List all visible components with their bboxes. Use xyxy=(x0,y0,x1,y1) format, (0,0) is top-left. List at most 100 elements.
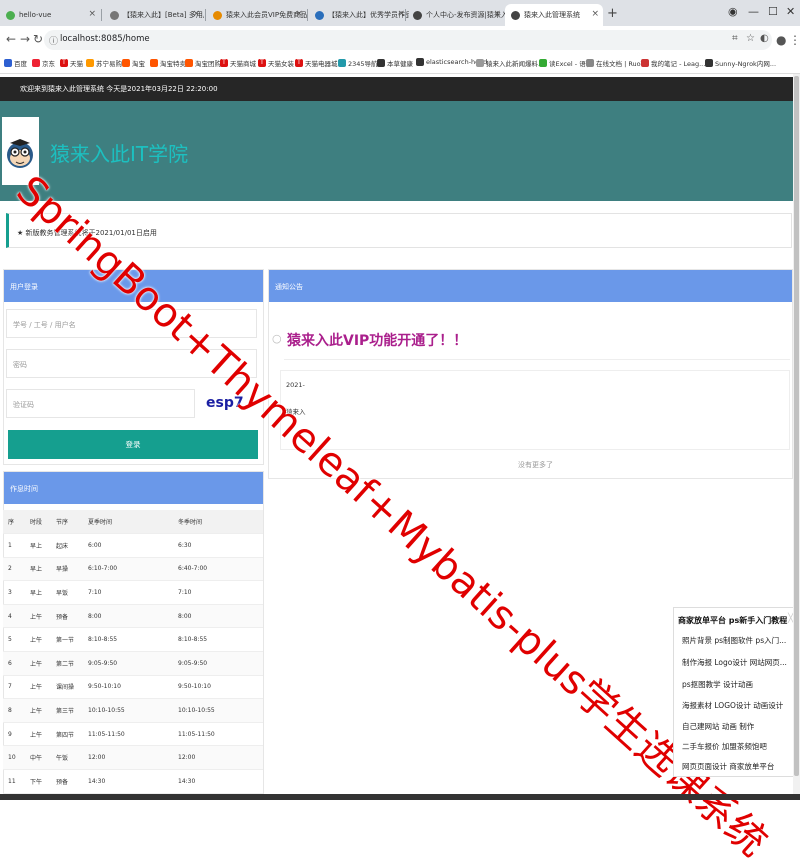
tab-student-works[interactable]: 【猿来入此】优秀学员作品：Sp × xyxy=(309,4,409,26)
table-cell: 9:05-9:50 xyxy=(173,651,263,676)
table-cell: 12:00 xyxy=(83,745,173,771)
table-cell: 7:10 xyxy=(83,580,173,605)
ad-link[interactable]: ps抠图教学 设计动画 xyxy=(682,679,753,690)
page-scrollbar[interactable] xyxy=(793,74,800,800)
tab-beta-forum[interactable]: 【猿来入此】[Beta] 多用户版IT问 × xyxy=(104,4,204,26)
table-cell: 7:10 xyxy=(173,580,263,605)
bookmark-item[interactable]: 在线文档 | RuoYi xyxy=(586,58,646,68)
note-icon xyxy=(641,59,649,67)
translate-icon[interactable]: ⌗ xyxy=(732,33,738,44)
ad-link[interactable]: 网页页面设计 商家放单平台 xyxy=(682,761,774,772)
no-more-text: 没有更多了 xyxy=(518,461,553,469)
extension-icon[interactable]: ◐ xyxy=(760,33,769,44)
nav-2345-icon xyxy=(338,59,346,67)
vue-icon xyxy=(6,10,15,20)
ad-link[interactable]: 自己建网站 动画 制作 xyxy=(682,721,754,732)
bookmark-item[interactable]: 猿来入此新闻爆料... xyxy=(476,58,544,68)
bookmark-item[interactable]: 淘宝特卖 xyxy=(150,58,186,68)
ad-link[interactable]: 照片背景 ps制图软件 ps入门... xyxy=(682,635,786,646)
table-cell: 上午 xyxy=(25,604,51,629)
table-row: 4 上午 预备 8:00 8:00 xyxy=(3,604,263,629)
bookmark-item[interactable]: 淘宝团购 xyxy=(185,58,221,68)
ngrok-icon xyxy=(705,59,713,67)
back-arrow-icon[interactable]: ← xyxy=(6,32,16,46)
table-cell: 上午 xyxy=(25,651,51,676)
table-row: 5 上午 第一节 8:10-8:55 8:10-8:55 xyxy=(3,627,263,653)
captcha-input[interactable]: 验证码 xyxy=(6,389,195,418)
bookmark-item[interactable]: T 天猫电器城 xyxy=(295,58,338,68)
table-cell: 4 xyxy=(3,604,25,629)
password-placeholder: 密码 xyxy=(13,361,27,369)
url-text[interactable]: localhost:8085/home xyxy=(60,34,150,44)
bookmark-item[interactable]: 京东 xyxy=(32,58,55,68)
doc-icon xyxy=(586,59,594,67)
captcha-placeholder: 验证码 xyxy=(13,401,34,409)
table-cell: 早饭 xyxy=(51,580,83,605)
table-row: 10 中午 午饭 12:00 12:00 xyxy=(3,745,263,771)
table-cell: 6 xyxy=(3,651,25,676)
site-banner: 猿来入此IT学院 xyxy=(0,101,800,201)
table-cell: 9:50-10:10 xyxy=(173,675,263,700)
new-tab-button[interactable]: + xyxy=(607,6,618,21)
close-icon[interactable]: × xyxy=(591,9,599,19)
bookmark-item[interactable]: T 天猫 xyxy=(60,58,83,68)
profile-icon[interactable]: ◉ xyxy=(728,5,738,18)
table-cell: 6:10-7:00 xyxy=(83,557,173,582)
globe-icon xyxy=(511,10,520,20)
close-icon[interactable]: × xyxy=(88,9,96,19)
bookmark-item[interactable]: 淘宝 xyxy=(122,58,145,68)
bookmark-item[interactable]: 2345导航 xyxy=(338,58,378,68)
bookmark-item[interactable]: 百度 xyxy=(4,58,27,68)
tab-admin-system[interactable]: 猿来入此管理系统 × xyxy=(505,4,603,26)
page-icon xyxy=(413,10,422,20)
table-cell: 9:05-9:50 xyxy=(83,651,173,676)
bookmark-item[interactable]: 我的笔记 - Leag... xyxy=(641,58,705,68)
ad-title[interactable]: 商家放单平台 ps新手入门教程 xyxy=(678,615,787,626)
login-button[interactable]: 登录 xyxy=(8,430,258,459)
column-header: 夏季时间 xyxy=(83,510,173,535)
close-icon[interactable]: × xyxy=(295,9,303,19)
bookmark-item[interactable]: 苏宁易购 xyxy=(86,58,122,68)
address-bar[interactable]: ⓘ localhost:8085/home ⌗ ☆ ◐ xyxy=(44,30,772,50)
ad-link[interactable]: 二手车报价 加盟茶频饱吧 xyxy=(682,741,767,752)
table-cell: 起床 xyxy=(51,533,83,558)
scrollbar-thumb[interactable] xyxy=(794,76,799,776)
ad-link[interactable]: 海报素材 LOGO设计 动画设计 xyxy=(682,700,783,711)
ad-popup[interactable]: 商家放单平台 ps新手入门教程 ╳ 照片背景 ps制图软件 ps入门... 制作… xyxy=(673,607,800,777)
bookmark-item[interactable]: T 天猫女装 xyxy=(258,58,294,68)
info-icon[interactable]: ⓘ xyxy=(49,34,58,47)
close-window-button[interactable]: ✕ xyxy=(786,5,795,18)
table-cell: 早上 xyxy=(25,533,51,558)
announcement-headline[interactable]: 猿来入此VIP功能开通了！！ xyxy=(287,330,467,350)
table-cell: 12:00 xyxy=(173,745,263,771)
taobao-icon xyxy=(122,59,130,67)
bookmark-item[interactable]: 读Excel - 语雀 xyxy=(539,58,592,68)
bookmark-item[interactable]: Sunny-Ngrok内网... xyxy=(705,58,776,68)
tab-personal-center[interactable]: 个人中心-发布资源|猿来入此【 × xyxy=(407,4,505,26)
table-cell: 预备 xyxy=(51,769,83,794)
minimize-button[interactable]: — xyxy=(748,5,759,18)
bookmark-star-icon[interactable]: ☆ xyxy=(746,33,755,44)
account-icon[interactable]: ● xyxy=(776,33,786,47)
news-icon xyxy=(476,59,484,67)
ad-link[interactable]: 制作海报 Logo设计 网站网页... xyxy=(682,657,787,668)
close-icon[interactable]: × xyxy=(192,9,200,19)
column-header: 序 xyxy=(3,510,25,535)
close-icon[interactable]: × xyxy=(397,9,405,19)
column-header: 节序 xyxy=(51,510,83,535)
announcement-card[interactable] xyxy=(280,370,790,450)
table-cell: 9:50-10:10 xyxy=(83,675,173,700)
tab-vip-list[interactable]: 猿来入此会员VIP免费商品列表| × xyxy=(207,4,307,26)
schedule-panel-title: 作息时间 xyxy=(4,472,263,504)
bookmark-item[interactable]: T 天猫商城 xyxy=(220,58,256,68)
reload-icon[interactable]: ↻ xyxy=(33,32,43,46)
bookmark-item[interactable]: 本草健康 xyxy=(377,58,413,68)
tab-hello-vue[interactable]: hello-vue × xyxy=(0,4,100,26)
maximize-button[interactable]: ☐ xyxy=(768,5,778,18)
top-info-strip: 欢迎来到猿来入此管理系统 今天是2021年03月22日 22:20:00 xyxy=(0,77,800,101)
close-icon[interactable]: × xyxy=(493,9,501,19)
table-cell: 第四节 xyxy=(51,722,83,747)
menu-icon[interactable]: ⋮ xyxy=(789,33,800,47)
forward-arrow-icon[interactable]: → xyxy=(20,32,30,46)
tab-label: 猿来入此管理系统 xyxy=(524,11,580,19)
